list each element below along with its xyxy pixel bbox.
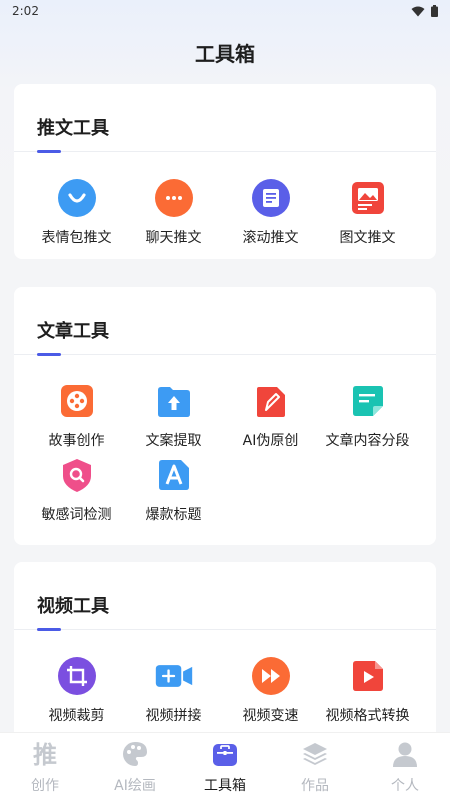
section-card-tweet-tools: 推文工具 表情包推文 聊天推文 滚动推文 图文推文 [14, 84, 436, 259]
shield-search-icon [57, 455, 97, 495]
fast-forward-icon [251, 656, 291, 696]
tab-label: AI绘画 [114, 778, 156, 794]
tool-viral-title[interactable]: 爆款标题 [125, 455, 222, 525]
tab-create[interactable]: 推 创作 [0, 733, 90, 795]
tab-ai-painting[interactable]: AI绘画 [90, 733, 180, 795]
tool-label: 图文推文 [339, 230, 396, 246]
status-time: 2:02 [12, 4, 39, 18]
tool-copy-extraction[interactable]: 文案提取 [125, 381, 222, 451]
section-title: 视频工具 [37, 596, 109, 617]
chat-icon [154, 178, 194, 218]
tool-label: 视频裁剪 [48, 708, 105, 724]
toolbox-icon [210, 739, 240, 769]
wifi-icon [411, 6, 425, 16]
section-underline [37, 150, 61, 153]
tool-label: 爆款标题 [145, 507, 202, 523]
folder-upload-icon [154, 381, 194, 421]
crop-icon [57, 656, 97, 696]
tool-label: 视频拼接 [145, 708, 202, 724]
section-card-video-tools: 视频工具 视频裁剪 视频拼接 视频变速 视频格式转换 [14, 562, 436, 742]
tool-label: 敏感词检测 [41, 507, 112, 523]
tool-video-merge[interactable]: 视频拼接 [125, 656, 222, 726]
tool-label: 表情包推文 [41, 230, 112, 246]
battery-icon [431, 5, 438, 17]
section-header: 视频工具 [14, 562, 436, 631]
status-icons [411, 5, 438, 17]
layers-icon [300, 739, 330, 769]
status-bar: 2:02 [0, 0, 450, 22]
tab-label: 创作 [31, 778, 59, 794]
section-underline [37, 628, 61, 631]
palette-icon [120, 739, 150, 769]
tool-video-speed[interactable]: 视频变速 [222, 656, 319, 726]
document-icon [251, 178, 291, 218]
tool-label: 视频变速 [242, 708, 299, 724]
segment-document-icon [348, 381, 388, 421]
page-title: 工具箱 [195, 42, 255, 66]
svg-text:推: 推 [33, 741, 57, 768]
section-card-article-tools: 文章工具 故事创作 文案提取 AI伪原创 文章内容分段 敏感词检测 爆款标题 [14, 287, 436, 545]
play-document-icon [348, 656, 388, 696]
tool-story-creation[interactable]: 故事创作 [28, 381, 125, 451]
tool-label: 文案提取 [145, 433, 202, 449]
section-title: 文章工具 [37, 321, 109, 342]
tool-label: 故事创作 [48, 433, 105, 449]
tool-article-segmentation[interactable]: 文章内容分段 [319, 381, 416, 451]
tool-image-tweet[interactable]: 图文推文 [319, 178, 416, 248]
emoji-icon [57, 178, 97, 218]
tool-label: 滚动推文 [242, 230, 299, 246]
section-header: 推文工具 [14, 84, 436, 153]
tool-scroll-tweet[interactable]: 滚动推文 [222, 178, 319, 248]
section-title: 推文工具 [37, 118, 109, 139]
tool-label: 视频格式转换 [325, 708, 410, 724]
film-reel-icon [57, 381, 97, 421]
tab-toolbox[interactable]: 工具箱 [180, 733, 270, 795]
bottom-tab-bar: 推 创作 AI绘画 工具箱 作品 个人 [0, 732, 450, 800]
video-add-icon [154, 656, 194, 696]
letter-a-icon [154, 455, 194, 495]
tool-sensitive-word-check[interactable]: 敏感词检测 [28, 455, 125, 525]
tool-ai-rewrite[interactable]: AI伪原创 [222, 381, 319, 451]
image-icon [348, 178, 388, 218]
section-header: 文章工具 [14, 287, 436, 356]
tool-video-format-convert[interactable]: 视频格式转换 [319, 656, 416, 726]
tool-label: 文章内容分段 [325, 433, 410, 449]
tab-label: 工具箱 [204, 778, 246, 794]
tool-emoji-tweet[interactable]: 表情包推文 [28, 178, 125, 248]
pen-document-icon [251, 381, 291, 421]
tab-works[interactable]: 作品 [270, 733, 360, 795]
tool-label: AI伪原创 [242, 433, 299, 449]
tab-label: 个人 [391, 778, 419, 794]
tui-glyph-icon: 推 [30, 739, 60, 769]
tab-label: 作品 [301, 778, 329, 794]
tab-profile[interactable]: 个人 [360, 733, 450, 795]
tool-video-crop[interactable]: 视频裁剪 [28, 656, 125, 726]
tool-label: 聊天推文 [145, 230, 202, 246]
tool-chat-tweet[interactable]: 聊天推文 [125, 178, 222, 248]
section-underline [37, 353, 61, 356]
person-icon [390, 739, 420, 769]
